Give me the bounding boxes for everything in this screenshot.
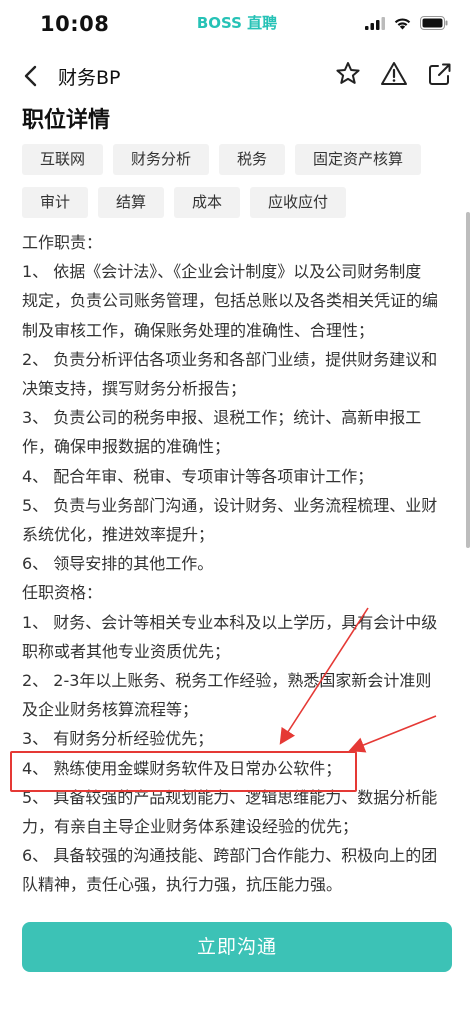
description-line: 2、 2-3年以上账务、税务工作经验，熟悉国家新会计准则 (22, 671, 432, 691)
description-line: 5、 负责与业务部门沟通，设计财务、业务流程梳理、业财 (22, 495, 438, 515)
description-line: 规定，负责公司账务管理，包括总账以及各类相关凭证的编 (22, 291, 439, 311)
home-indicator (0, 1008, 474, 1025)
page-title: 财务BP (58, 67, 121, 89)
description-line: 3、 负责公司的税务申报、退税工作；统计、高新申报工 (22, 408, 422, 428)
description-line: 2、 负责分析评估各项业务和各部门业绩，提供财务建议和 (22, 349, 438, 369)
contact-now-button[interactable]: 立即沟通 (22, 922, 452, 972)
tag: 税务 (219, 144, 286, 175)
cta-fade (0, 895, 474, 915)
description-line: 1、 财务、会计等相关专业本科及以上学历，具有会计中级 (22, 612, 438, 632)
description-line: 6、 领导安排的其他工作。 (22, 554, 214, 574)
tag-row: 互联网 财务分析 税务 固定资产核算 (22, 144, 452, 175)
nav-bar: 财务BP (0, 50, 474, 102)
tag: 结算 (98, 187, 165, 218)
tag: 成本 (174, 187, 241, 218)
section-title: 职位详情 (22, 108, 111, 133)
description-line: 制及审核工作，确保账务处理的准确性、合理性； (22, 320, 375, 340)
description-line: 力，有亲自主导企业财务体系建设经验的优先； (22, 817, 359, 837)
description-line: 1、 依据《会计法》、《企业会计制度》以及公司财务制度 (22, 262, 422, 282)
scrollbar[interactable] (466, 212, 470, 548)
tag-row: 审计 结算 成本 应收应付 (22, 187, 452, 218)
share-icon[interactable] (426, 60, 454, 88)
job-detail-content[interactable]: 职位详情 互联网 财务分析 税务 固定资产核算 审计 结算 成本 应收应付 工作… (0, 102, 474, 910)
warning-icon[interactable] (380, 60, 408, 88)
tag: 互联网 (22, 144, 104, 175)
description-line: 决策支持，撰写财务分析报告； (22, 379, 247, 399)
wifi-icon (394, 18, 411, 30)
signal-icon (365, 17, 385, 30)
battery-icon (420, 16, 448, 30)
tag: 审计 (22, 187, 89, 218)
description-line: 工作职责： (22, 233, 103, 252)
description-line: 6、 具备较强的沟通技能、跨部门合作能力、积极向上的团 (22, 846, 438, 866)
status-bar: 10:08 BOSS 直聘 (0, 0, 474, 50)
tag: 应收应付 (250, 187, 347, 218)
description-line: 及企业财务核算流程等； (22, 700, 199, 720)
description-line: 作，确保申报数据的准确性； (22, 437, 231, 457)
tag: 固定资产核算 (295, 144, 422, 175)
nav-actions (334, 60, 454, 88)
description-line: 3、 有财务分析经验优先； (22, 729, 214, 749)
status-icons (365, 16, 448, 30)
star-icon[interactable] (334, 60, 362, 88)
job-description: 工作职责： 1、 依据《会计法》、《企业会计制度》以及公司财务制度 规定，负责公… (22, 228, 450, 900)
description-line: 任职资格： (22, 583, 103, 603)
description-line: 4、 配合年审、税审、专项审计等各项审计工作； (22, 466, 374, 486)
skill-tags: 互联网 财务分析 税务 固定资产核算 审计 结算 成本 应收应付 (22, 144, 452, 230)
tag: 财务分析 (113, 144, 210, 175)
back-arrow-icon[interactable] (18, 62, 46, 90)
description-line: 系统优化，推进效率提升； (22, 525, 215, 545)
description-line: 职称或者其他专业资质优先； (22, 641, 231, 661)
annotation-highlight-box (10, 751, 357, 792)
